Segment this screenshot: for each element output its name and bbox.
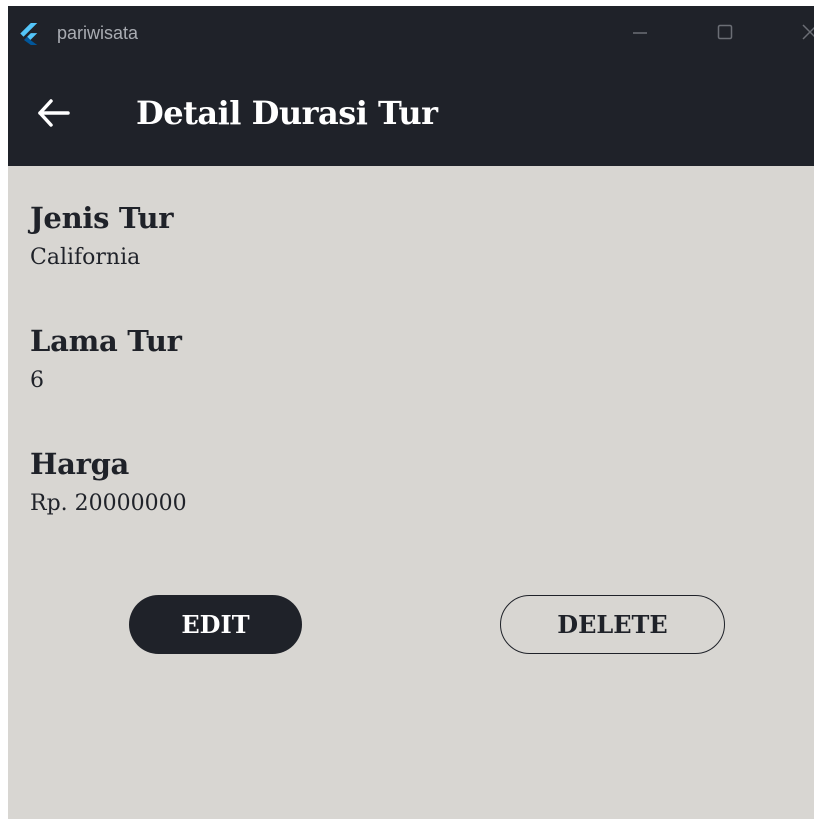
flutter-logo-icon [20, 23, 38, 45]
app-window: pariwisata Detail Durasi Tur Jenis Tur C… [8, 6, 814, 819]
close-icon[interactable] [798, 20, 814, 44]
detail-harga: Harga Rp. 20000000 [30, 447, 187, 516]
arrow-left-icon[interactable] [36, 97, 72, 129]
window-titlebar[interactable]: pariwisata [8, 6, 814, 58]
field-label: Jenis Tur [30, 201, 174, 235]
app-bar: Detail Durasi Tur [8, 58, 814, 166]
delete-button[interactable]: DELETE [500, 595, 725, 654]
edit-button[interactable]: EDIT [129, 595, 302, 654]
field-value: 6 [30, 368, 44, 393]
minimize-icon[interactable] [628, 20, 652, 44]
window-title: pariwisata [57, 23, 139, 43]
page-title: Detail Durasi Tur [136, 94, 438, 132]
detail-jenis-tur: Jenis Tur California [30, 201, 174, 270]
field-label: Lama Tur [30, 324, 182, 358]
detail-lama-tur: Lama Tur 6 [30, 324, 182, 393]
field-value: California [30, 245, 141, 270]
maximize-icon[interactable] [713, 20, 737, 44]
field-value: Rp. 20000000 [30, 491, 187, 516]
field-label: Harga [30, 447, 130, 481]
